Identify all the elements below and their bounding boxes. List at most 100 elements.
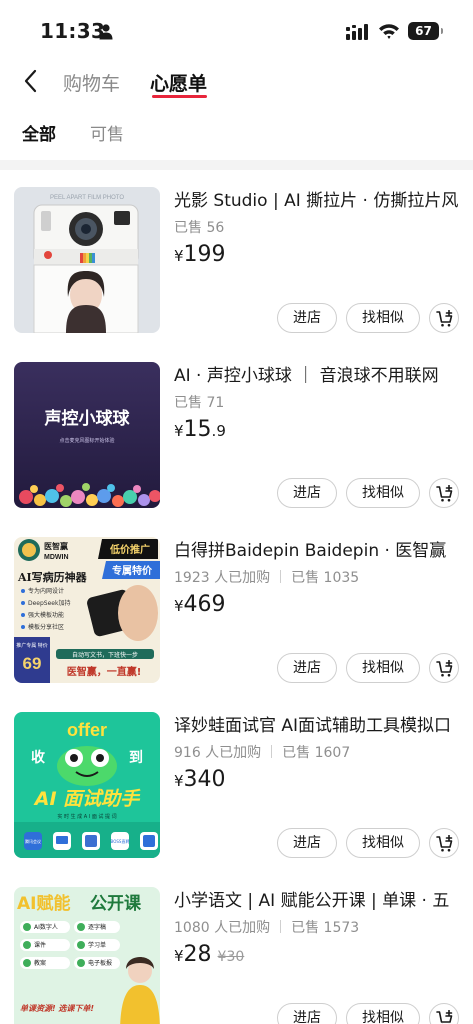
thumb-feature: DeepSeek加持 — [28, 599, 70, 607]
added-count: 1080 人已加购 — [174, 920, 271, 936]
thumb-top-text: PEEL APART FILM PHOTO — [50, 195, 124, 201]
product-image[interactable]: 医智赢 MDWIN 低价推广 专属特价 AI写病历神器 专为内网设计 DeepS… — [14, 537, 160, 683]
thumb-special-badge: 专属特价 — [112, 564, 153, 577]
add-cart-icon — [436, 660, 453, 677]
thumb-slogan: 医智赢，一直赢! — [67, 665, 142, 678]
list-item[interactable]: AI赋能 公开课 AI数字人 逐字稿 课件 学习单 教案 电子板报 单课资源! … — [0, 870, 473, 1024]
product-meta: 已售 56 — [174, 217, 224, 237]
product-title[interactable]: 小学语文 | AI 赋能公开课 | 单课 · 五 — [174, 886, 469, 911]
sold-count: 已售 56 — [174, 220, 225, 236]
filter-available[interactable]: 可售 — [90, 120, 124, 145]
thumb-price: 69 — [23, 654, 42, 673]
add-to-cart-button[interactable] — [429, 303, 459, 333]
thumb-check-label: 电子板报 — [88, 959, 112, 967]
price-integer: 28 — [183, 942, 212, 967]
product-image[interactable]: 声控小球球 点击麦克风图标开始体验 — [14, 362, 160, 508]
price-integer: 199 — [183, 242, 226, 267]
back-arrow-icon[interactable] — [20, 68, 44, 94]
product-price: ¥469 — [174, 592, 226, 617]
product-price: ¥340 — [174, 767, 226, 792]
thumb-feature: 强大模板功能 — [28, 611, 64, 619]
sold-count: 已售 1035 — [291, 570, 360, 586]
thumb-heading-rest: 公开课 — [90, 894, 142, 914]
thumb-heading: AI写病历神器 — [17, 570, 88, 584]
thumb-feature: 模板分享社区 — [28, 623, 64, 631]
product-price: ¥15.9 — [174, 417, 226, 442]
thumb-check-label: 课件 — [34, 941, 46, 949]
find-similar-button[interactable]: 找相似 — [346, 653, 420, 683]
find-similar-button[interactable]: 找相似 — [346, 478, 420, 508]
visit-shop-button[interactable]: 进店 — [277, 653, 337, 683]
product-meta: 1923 人已加购 已售 1035 — [174, 567, 359, 587]
sold-count: 已售 1573 — [291, 920, 360, 936]
thumb-heading: AI 面试助手 — [33, 788, 141, 810]
find-similar-button[interactable]: 找相似 — [346, 828, 420, 858]
add-cart-icon — [436, 485, 453, 502]
status-bar: 11:33 67 — [0, 0, 473, 60]
product-title[interactable]: 白得拼Baidepin Baidepin · 医智赢 — [174, 536, 469, 561]
product-meta: 1080 人已加购 已售 1573 — [174, 917, 359, 937]
thumb-right-char: 到 — [129, 750, 143, 766]
product-image[interactable]: offer 收 到 AI 面试助手 实 时 生 成 A I 面 试 提 词 腾讯… — [14, 712, 160, 858]
original-price: ¥30 — [217, 949, 245, 965]
filter-all[interactable]: 全部 — [22, 120, 56, 145]
wifi-icon — [379, 24, 399, 39]
thumb-offer: offer — [67, 720, 107, 740]
thumb-subtitle: 点击麦克风图标开始体验 — [59, 437, 114, 444]
thumb-feature: 专为内网设计 — [28, 587, 64, 595]
price-integer: 469 — [183, 592, 226, 617]
add-cart-icon — [436, 310, 453, 327]
thumb-logo-name: 医智赢 — [44, 541, 68, 551]
list-item[interactable]: offer 收 到 AI 面试助手 实 时 生 成 A I 面 试 提 词 腾讯… — [0, 695, 473, 870]
list-item[interactable]: 声控小球球 点击麦克风图标开始体验 AI · 声控小球球 ｜ 音浪球不用联网 已… — [0, 345, 473, 520]
thumb-check-label: 教案 — [34, 959, 46, 967]
product-image[interactable]: AI赋能 公开课 AI数字人 逐字稿 课件 学习单 教案 电子板报 单课资源! … — [14, 887, 160, 1024]
added-count: 916 人已加购 — [174, 745, 262, 761]
tab-wishlist[interactable]: 心愿单 — [150, 69, 207, 96]
add-to-cart-button[interactable] — [429, 1003, 459, 1024]
price-decimal: .9 — [211, 422, 226, 440]
product-image[interactable]: PEEL APART FILM PHOTO — [14, 187, 160, 333]
product-meta: 已售 71 — [174, 392, 224, 412]
product-title[interactable]: 光影 Studio | AI 撕拉片 · 仿撕拉片风 — [174, 186, 469, 211]
cellular-signal-icon — [346, 24, 368, 40]
added-count: 1923 人已加购 — [174, 570, 271, 586]
list-item[interactable]: 医智赢 MDWIN 低价推广 专属特价 AI写病历神器 专为内网设计 DeepS… — [0, 520, 473, 695]
thumb-app-label: 腾讯会议 — [25, 838, 41, 844]
thumb-check-label: AI数字人 — [34, 923, 58, 931]
sold-count: 已售 1607 — [282, 745, 351, 761]
add-to-cart-button[interactable] — [429, 653, 459, 683]
thumb-bottom-text: 单课资源! 选课下单! — [20, 1004, 94, 1013]
top-nav: 购物车 心愿单 — [0, 60, 473, 108]
visit-shop-button[interactable]: 进店 — [277, 1003, 337, 1024]
status-time: 11:33 — [40, 19, 106, 43]
find-similar-button[interactable]: 找相似 — [346, 1003, 420, 1024]
price-integer: 15 — [183, 417, 212, 442]
section-divider — [0, 160, 473, 170]
product-title[interactable]: AI · 声控小球球 ｜ 音浪球不用联网 — [174, 361, 469, 386]
thumb-app-label: BOSS直聘 — [111, 838, 130, 844]
battery-indicator: 67 — [408, 22, 443, 40]
price-integer: 340 — [183, 767, 226, 792]
list-item[interactable]: PEEL APART FILM PHOTO 光影 Studio | AI 撕拉片… — [0, 170, 473, 345]
add-cart-icon — [436, 1010, 453, 1024]
thumb-left-char: 收 — [31, 749, 46, 766]
visit-shop-button[interactable]: 进店 — [277, 303, 337, 333]
find-similar-button[interactable]: 找相似 — [346, 303, 420, 333]
thumb-title: 声控小球球 — [44, 408, 131, 429]
thumb-logo-en: MDWIN — [44, 554, 69, 561]
product-title[interactable]: 译妙蛙面试官 AI面试辅助工具模拟口 — [174, 711, 469, 736]
thumb-check-label: 学习单 — [88, 941, 106, 949]
add-to-cart-button[interactable] — [429, 478, 459, 508]
person-icon — [99, 24, 113, 40]
thumb-price-label: 推广专属 特价 — [16, 642, 48, 649]
product-price: ¥28 ¥30 — [174, 942, 245, 967]
sold-count: 已售 71 — [174, 395, 225, 411]
add-to-cart-button[interactable] — [429, 828, 459, 858]
active-tab-indicator — [152, 95, 207, 98]
add-cart-icon — [436, 835, 453, 852]
tab-shopping-cart[interactable]: 购物车 — [63, 69, 120, 96]
visit-shop-button[interactable]: 进店 — [277, 478, 337, 508]
thumb-check-label: 逐字稿 — [88, 923, 106, 931]
visit-shop-button[interactable]: 进店 — [277, 828, 337, 858]
